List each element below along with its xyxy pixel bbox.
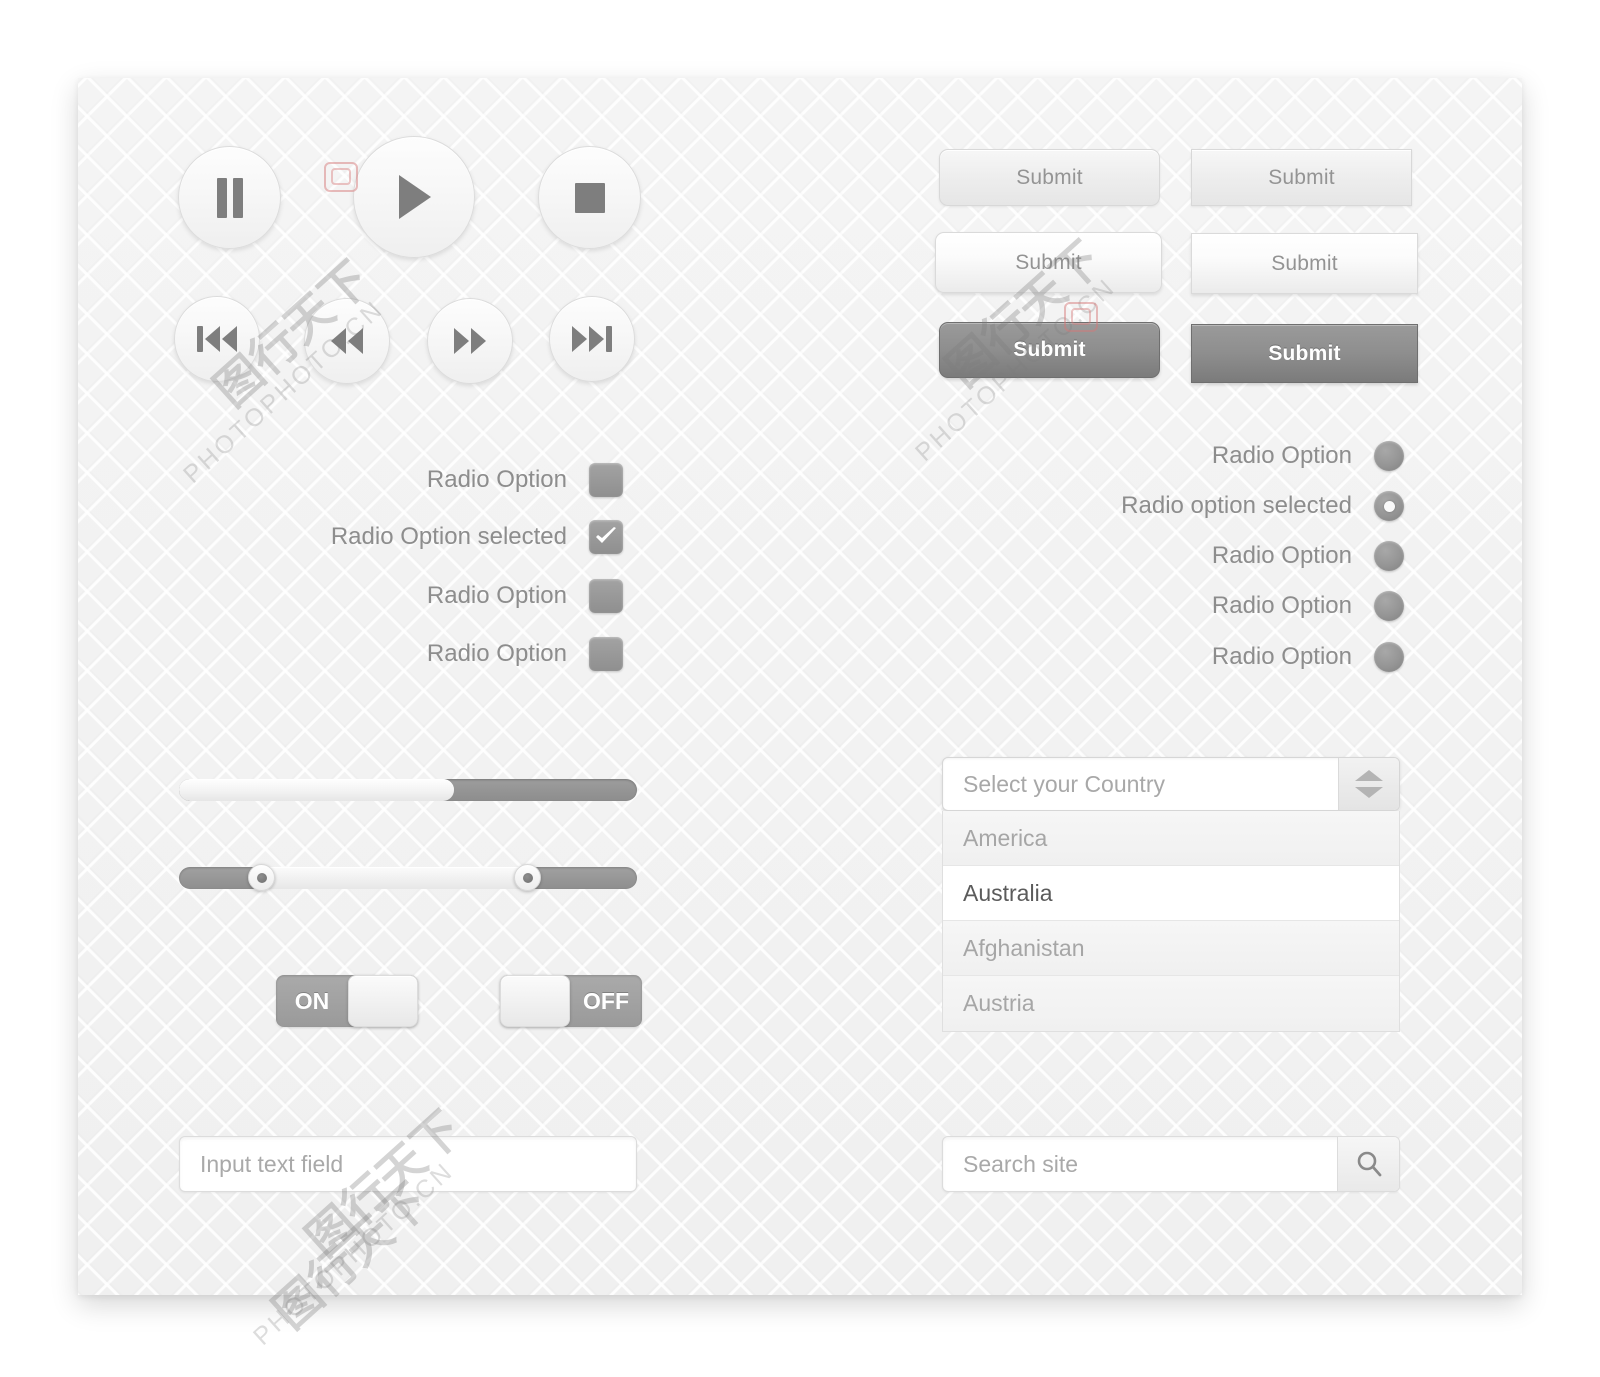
search-input-placeholder: Search site <box>963 1150 1079 1177</box>
country-dropdown-list[interactable]: America Australia Afghanistan Austria <box>942 811 1400 1032</box>
pause-icon <box>216 177 243 218</box>
radio-row[interactable]: Radio Option <box>1078 541 1404 571</box>
checkbox-label: Radio Option selected <box>330 523 567 550</box>
radio-label: Radio option selected <box>1121 492 1352 519</box>
radio-unselected-icon[interactable] <box>1374 591 1404 621</box>
submit-button-label: Submit <box>1015 250 1082 274</box>
skip-back-button[interactable] <box>174 296 260 382</box>
checkbox-row[interactable]: Radio Option <box>338 579 623 613</box>
stop-button[interactable] <box>538 146 641 249</box>
radio-row[interactable]: Radio Option <box>1078 441 1404 471</box>
dropdown-item-selected[interactable]: Australia <box>943 866 1399 921</box>
submit-button-glossy-square[interactable]: Submit <box>1191 233 1418 294</box>
toggle-knob[interactable] <box>348 975 418 1027</box>
skip-back-icon <box>197 326 237 352</box>
checkbox-unchecked-icon[interactable] <box>589 579 623 613</box>
range-slider[interactable] <box>179 864 637 891</box>
radio-label: Radio Option <box>1211 592 1352 619</box>
fast-forward-icon <box>454 328 486 354</box>
skip-forward-icon <box>572 326 612 352</box>
fast-forward-button[interactable] <box>427 298 513 384</box>
radio-unselected-icon[interactable] <box>1374 541 1404 571</box>
range-slider-handle-high[interactable] <box>514 864 542 891</box>
search-icon <box>1357 1151 1381 1177</box>
submit-button-light-square[interactable]: Submit <box>1191 149 1412 206</box>
checkmark-icon <box>596 527 616 543</box>
country-select[interactable]: Select your Country <box>942 757 1400 811</box>
radio-dot <box>1383 500 1395 512</box>
submit-button-label: Submit <box>1268 341 1341 365</box>
range-slider-fill <box>261 867 528 889</box>
search-field[interactable]: Search site <box>942 1136 1400 1192</box>
radio-selected-icon[interactable] <box>1374 491 1404 521</box>
checkbox-row[interactable]: Radio Option <box>338 637 623 671</box>
radio-unselected-icon[interactable] <box>1374 642 1404 672</box>
ui-kit-panel: Submit Submit Submit Submit Submit Submi… <box>78 78 1522 1295</box>
play-icon <box>399 175 431 219</box>
rewind-button[interactable] <box>304 298 390 384</box>
checkbox-unchecked-icon[interactable] <box>589 637 623 671</box>
country-select-placeholder: Select your Country <box>963 770 1165 797</box>
submit-button-dark-rounded[interactable]: Submit <box>939 322 1160 378</box>
submit-button-light-rounded[interactable]: Submit <box>939 149 1160 206</box>
checkbox-checked-icon[interactable] <box>589 520 623 554</box>
submit-button-label: Submit <box>1271 251 1338 275</box>
dropdown-item[interactable]: America <box>943 811 1399 866</box>
text-input-field[interactable]: Input text field <box>179 1136 637 1192</box>
radio-label: Radio Option <box>1211 643 1352 670</box>
text-input-placeholder: Input text field <box>200 1150 344 1177</box>
dropdown-item[interactable]: Austria <box>943 976 1399 1031</box>
radio-row[interactable]: Radio option selected <box>1078 491 1404 521</box>
checkbox-unchecked-icon[interactable] <box>589 463 623 497</box>
toggle-off-label: OFF <box>583 987 629 1014</box>
rewind-icon <box>331 328 363 354</box>
submit-button-label: Submit <box>1013 338 1086 361</box>
toggle-switch-on[interactable]: ON <box>276 975 418 1027</box>
progress-bar <box>179 779 637 801</box>
stop-icon <box>574 182 605 213</box>
radio-label: Radio Option <box>1211 442 1352 469</box>
toggle-switch-off[interactable]: OFF <box>500 975 642 1027</box>
pause-button[interactable] <box>178 146 281 249</box>
toggle-on-label: ON <box>294 987 330 1014</box>
skip-forward-button[interactable] <box>549 296 635 382</box>
checkbox-label: Radio Option <box>426 640 567 667</box>
stepper-updown-icon[interactable] <box>1338 758 1399 810</box>
stepper-up-icon <box>1355 770 1383 781</box>
submit-button-label: Submit <box>1016 165 1083 189</box>
play-button[interactable] <box>353 136 475 258</box>
stepper-down-icon <box>1355 787 1383 798</box>
radio-row[interactable]: Radio Option <box>1078 591 1404 621</box>
checkbox-row[interactable]: Radio Option selected <box>331 520 623 554</box>
checkbox-label: Radio Option <box>426 466 567 493</box>
radio-label: Radio Option <box>1211 542 1352 569</box>
toggle-knob[interactable] <box>500 975 570 1027</box>
submit-button-glossy-rounded[interactable]: Submit <box>935 232 1162 293</box>
radio-row[interactable]: Radio Option <box>1078 642 1404 672</box>
submit-button-label: Submit <box>1268 165 1335 189</box>
checkbox-label: Radio Option <box>426 582 567 609</box>
checkbox-row[interactable]: Radio Option <box>338 463 623 497</box>
radio-unselected-icon[interactable] <box>1374 441 1404 471</box>
progress-bar-fill <box>179 779 454 801</box>
dropdown-item[interactable]: Afghanistan <box>943 921 1399 976</box>
search-button[interactable] <box>1337 1137 1399 1191</box>
submit-button-dark-square[interactable]: Submit <box>1191 324 1418 383</box>
